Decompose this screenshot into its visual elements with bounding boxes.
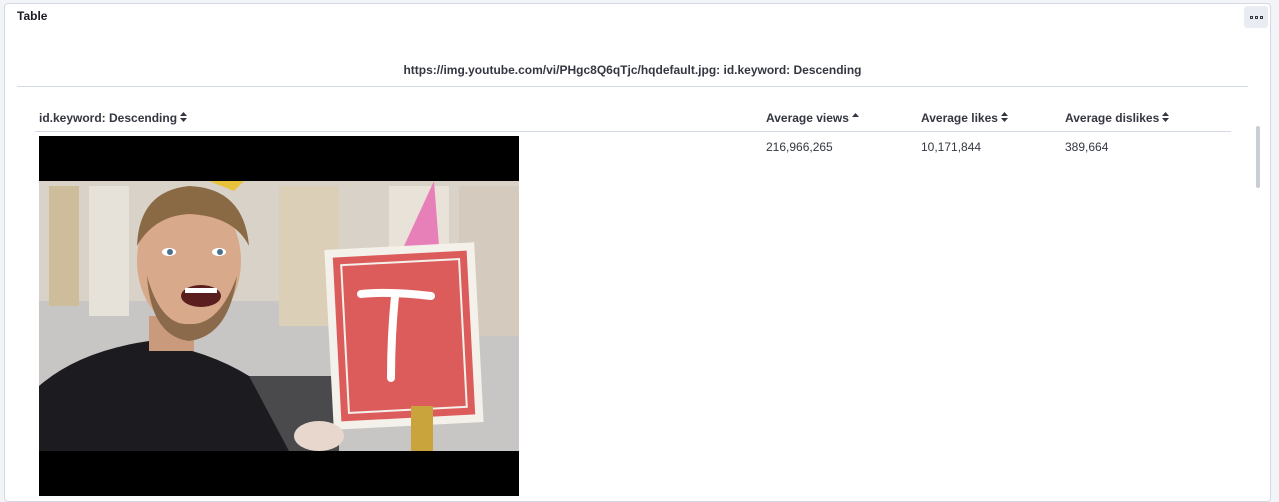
column-header-label: id.keyword: Descending <box>39 111 178 125</box>
column-header-label: Average likes <box>921 111 998 125</box>
panel-options-button[interactable] <box>1244 6 1268 28</box>
table-panel: Table https://img.youtube.com/vi/PHgc8Q6… <box>4 3 1271 502</box>
column-header-label: Average views <box>766 111 849 125</box>
youtube-thumbnail-image <box>39 136 519 496</box>
column-header-id[interactable]: id.keyword: Descending <box>39 111 188 125</box>
cell-average-likes: 10,171,844 <box>921 140 982 154</box>
data-table: id.keyword: Descending Average views Ave… <box>35 104 1231 501</box>
column-header-label: Average dislikes <box>1065 111 1160 125</box>
sort-ascending-icon[interactable] <box>851 111 859 125</box>
column-header-likes[interactable]: Average likes <box>921 111 1008 125</box>
vertical-scrollbar[interactable] <box>1256 126 1260 188</box>
dots-icon <box>1259 15 1263 19</box>
dots-icon <box>1254 15 1258 19</box>
column-header-views[interactable]: Average views <box>766 111 859 125</box>
panel-title: Table <box>17 9 48 23</box>
sort-both-icon[interactable] <box>1162 111 1170 125</box>
divider <box>17 86 1248 87</box>
dots-icon <box>1249 15 1253 19</box>
split-table-title: https://img.youtube.com/vi/PHgc8Q6qTjc/h… <box>403 63 862 77</box>
sort-both-icon[interactable] <box>1000 111 1008 125</box>
cell-average-views: 216,966,265 <box>766 140 833 154</box>
table-header: id.keyword: Descending Average views Ave… <box>35 104 1231 132</box>
column-header-dislikes[interactable]: Average dislikes <box>1065 111 1170 125</box>
sort-both-icon[interactable] <box>180 111 188 125</box>
cell-average-dislikes: 389,664 <box>1065 140 1109 154</box>
